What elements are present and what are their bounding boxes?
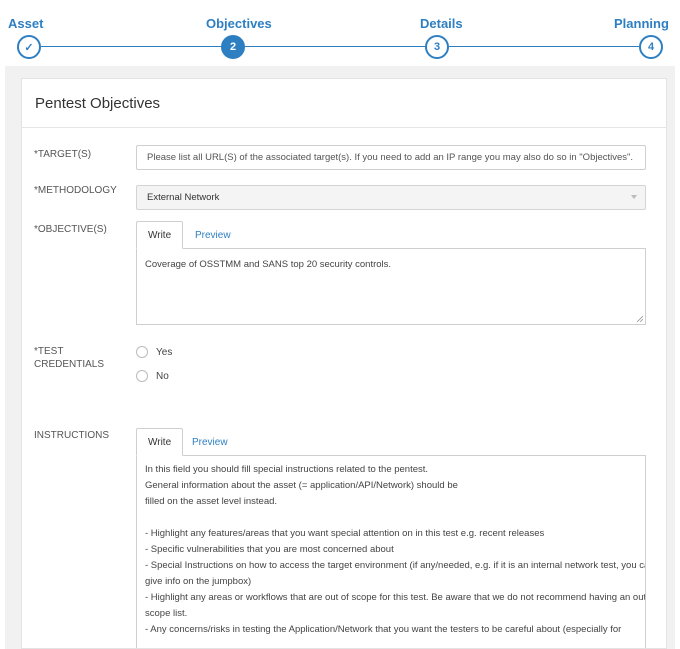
objectives-tabs: Write Preview (136, 221, 646, 249)
step-connector (245, 46, 426, 47)
target-label: *TARGET(S) (34, 149, 92, 160)
objectives-text: Coverage of OSSTMM and SANS top 20 secur… (145, 259, 392, 270)
radio-no-label: No (156, 370, 169, 382)
credentials-label-line2: CREDENTIALS (34, 359, 105, 370)
tab-write[interactable]: Write (136, 428, 184, 456)
instructions-line: scope list. (145, 608, 188, 619)
resize-handle-icon[interactable] (637, 316, 643, 322)
tab-write[interactable]: Write (136, 221, 184, 249)
instructions-tabs: Write Preview (136, 428, 646, 456)
instructions-line: - Highlight any features/areas that you … (145, 528, 545, 539)
target-input[interactable]: Please list all URL(S) of the associated… (136, 145, 646, 170)
instructions-line: - Highlight any areas or workflows that … (145, 592, 646, 603)
credentials-option-no[interactable]: No (136, 370, 169, 382)
instructions-line: give info on the jumpbox) (145, 576, 252, 587)
methodology-select[interactable]: External Network (136, 185, 646, 210)
instructions-line: - Special Instructions on how to access … (145, 560, 646, 571)
tab-preview[interactable]: Preview (181, 428, 239, 456)
step-objectives-marker[interactable]: 2 (221, 35, 245, 59)
step-details-marker[interactable]: 3 (425, 35, 449, 59)
page-title: Pentest Objectives (35, 95, 161, 112)
card-header: Pentest Objectives (22, 79, 666, 128)
step-label-asset[interactable]: Asset (8, 16, 43, 31)
step-connector (449, 46, 639, 47)
instructions-line: General information about the asset (= a… (145, 480, 458, 491)
step-planning-marker[interactable]: 4 (639, 35, 663, 59)
progress-stepper: Asset Objectives Details Planning ✓ 2 3 … (0, 0, 680, 66)
chevron-down-icon (631, 195, 637, 199)
step-label-planning[interactable]: Planning (614, 16, 669, 31)
step-connector (41, 46, 222, 47)
objectives-label: *OBJECTIVE(S) (34, 224, 107, 235)
pentest-objectives-card: Pentest Objectives *TARGET(S) Please lis… (21, 78, 667, 649)
step-label-objectives[interactable]: Objectives (206, 16, 272, 31)
instructions-line: filled on the asset level instead. (145, 496, 278, 507)
credentials-label-line1: *TEST (34, 346, 64, 357)
instructions-line: - Specific vulnerabilities that you are … (145, 544, 394, 555)
step-label-details[interactable]: Details (420, 16, 463, 31)
instructions-line: In this field you should fill special in… (145, 464, 429, 475)
instructions-textarea[interactable]: In this field you should fill special in… (136, 455, 646, 648)
tab-preview[interactable]: Preview (184, 221, 242, 249)
methodology-selected-value: External Network (147, 192, 220, 203)
instructions-line: - Any concerns/risks in testing the Appl… (145, 624, 622, 635)
instructions-line (145, 510, 637, 526)
radio-no[interactable] (136, 370, 148, 382)
radio-yes-label: Yes (156, 346, 173, 358)
objectives-textarea[interactable]: Coverage of OSSTMM and SANS top 20 secur… (136, 248, 646, 325)
credentials-option-yes[interactable]: Yes (136, 346, 172, 358)
instructions-label: INSTRUCTIONS (34, 430, 109, 441)
radio-yes[interactable] (136, 346, 148, 358)
credentials-label: *TEST CREDENTIALS (34, 345, 104, 371)
step-asset-check-icon[interactable]: ✓ (17, 35, 41, 59)
methodology-label: *METHODOLOGY (34, 185, 117, 196)
form-panel: Pentest Objectives *TARGET(S) Please lis… (5, 66, 675, 649)
